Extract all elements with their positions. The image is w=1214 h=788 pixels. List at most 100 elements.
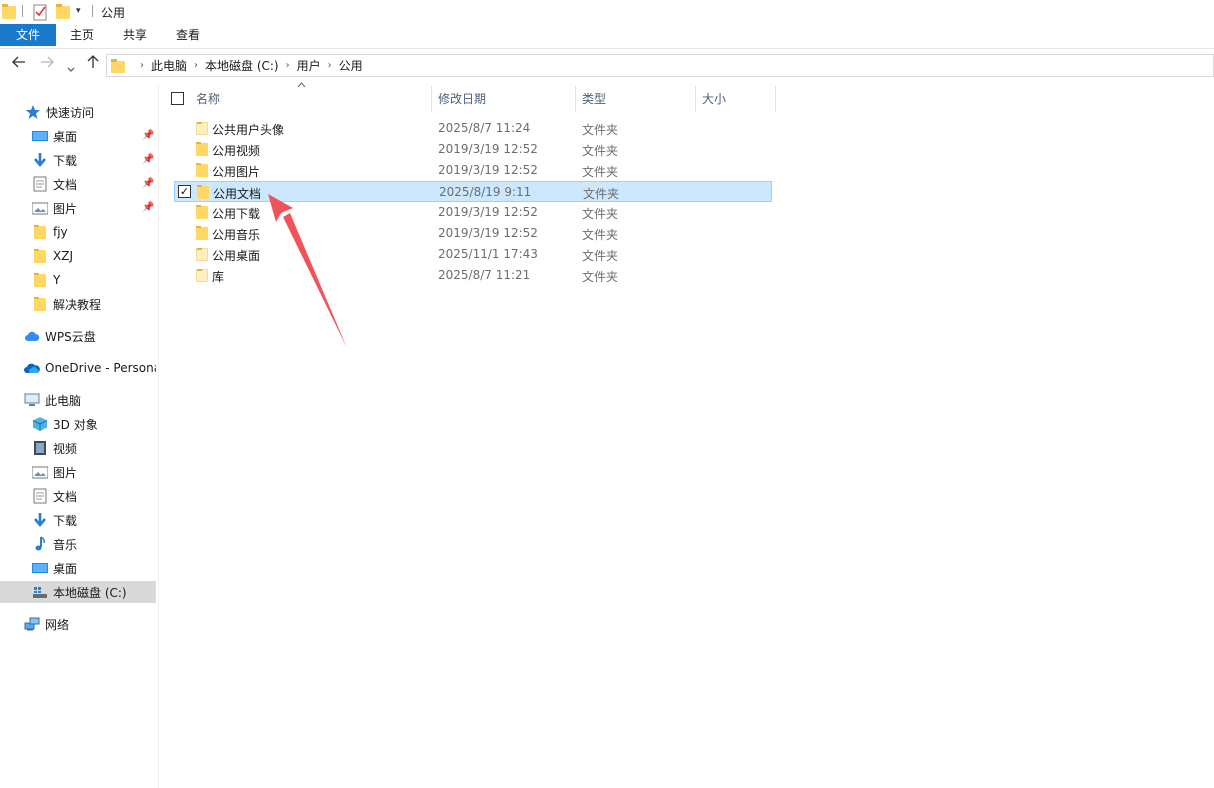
sidebar-item-fjy[interactable]: fjy bbox=[0, 221, 156, 243]
desktop-icon bbox=[32, 128, 48, 144]
column-divider[interactable] bbox=[431, 86, 432, 112]
breadcrumb-users[interactable]: 用户 bbox=[297, 57, 321, 74]
file-type: 文件夹 bbox=[583, 187, 620, 201]
file-date: 2025/8/19 9:11 bbox=[439, 185, 532, 199]
title-bar: ▾ 公用 bbox=[0, 0, 1214, 24]
column-divider[interactable] bbox=[695, 86, 696, 112]
row-checkbox-checked[interactable]: ✓ bbox=[178, 185, 191, 198]
breadcrumb-chevron-icon[interactable]: › bbox=[286, 60, 290, 71]
music-note-icon bbox=[32, 536, 48, 552]
file-row[interactable]: 公用下载 2019/3/19 12:52 文件夹 bbox=[174, 202, 772, 223]
sidebar-item-onedrive[interactable]: OneDrive - Persona bbox=[0, 357, 156, 379]
sidebar-item-wps-cloud[interactable]: WPS云盘 bbox=[0, 325, 156, 347]
address-bar[interactable]: › 此电脑 › 本地磁盘 (C:) › 用户 › 公用 bbox=[106, 54, 1214, 77]
network-icon bbox=[24, 616, 40, 632]
breadcrumb-public[interactable]: 公用 bbox=[339, 57, 363, 74]
file-row[interactable]: 公用图片 2019/3/19 12:52 文件夹 bbox=[174, 160, 772, 181]
sidebar-item-label: 本地磁盘 (C:) bbox=[53, 585, 127, 600]
sidebar-item-network[interactable]: 网络 bbox=[0, 613, 156, 635]
tab-file[interactable]: 文件 bbox=[0, 24, 56, 46]
pin-icon: 📌 bbox=[142, 202, 155, 213]
sidebar-item-3d-objects[interactable]: 3D 对象 bbox=[0, 413, 156, 435]
file-date: 2019/3/19 12:52 bbox=[438, 205, 538, 219]
sidebar-item-label: 下载 bbox=[53, 153, 78, 168]
breadcrumb-chevron-icon[interactable]: › bbox=[140, 60, 144, 71]
folder-icon bbox=[32, 296, 48, 312]
picture-icon bbox=[31, 200, 49, 216]
sidebar-item-label: Y bbox=[53, 273, 61, 287]
column-divider[interactable] bbox=[575, 86, 576, 112]
window-title: 公用 bbox=[101, 6, 126, 20]
folder-icon bbox=[111, 58, 125, 73]
sidebar-item-y[interactable]: Y bbox=[0, 269, 156, 291]
customize-quick-access-icon[interactable]: ▾ bbox=[76, 6, 81, 16]
folder-icon bbox=[194, 225, 210, 241]
sidebar-item-tutorials[interactable]: 解决教程 bbox=[0, 293, 156, 315]
folder-icon bbox=[32, 248, 48, 264]
sidebar-item-xzj[interactable]: XZJ bbox=[0, 245, 156, 267]
folder-icon bbox=[194, 204, 210, 220]
select-all-checkbox[interactable] bbox=[171, 92, 184, 105]
sidebar-item-documents[interactable]: 文档 bbox=[0, 173, 156, 195]
sidebar-item-label: 下载 bbox=[53, 513, 78, 528]
recent-locations-chevron-down-icon[interactable] bbox=[67, 59, 75, 77]
star-icon bbox=[25, 104, 41, 120]
sidebar-item-label: 文档 bbox=[53, 489, 78, 504]
sidebar-item-label: 解决教程 bbox=[53, 297, 102, 312]
back-arrow-icon[interactable] bbox=[12, 55, 26, 73]
sidebar-item-local-disk[interactable]: 本地磁盘 (C:) bbox=[0, 581, 156, 603]
tab-view[interactable]: 查看 bbox=[176, 24, 200, 46]
column-divider[interactable] bbox=[775, 86, 776, 112]
file-row[interactable]: 公共用户头像 2025/8/7 11:24 文件夹 bbox=[174, 118, 772, 139]
breadcrumb-this-pc[interactable]: 此电脑 bbox=[151, 57, 187, 74]
breadcrumb-chevron-icon[interactable]: › bbox=[194, 60, 198, 71]
forward-arrow-icon[interactable] bbox=[40, 55, 54, 73]
sidebar-item-desktop[interactable]: 桌面 bbox=[0, 125, 156, 147]
pin-icon: 📌 bbox=[142, 154, 155, 165]
sidebar-item-label: 音乐 bbox=[53, 537, 78, 552]
drive-icon bbox=[32, 584, 48, 600]
sidebar-item-label: 文档 bbox=[53, 177, 78, 192]
file-row[interactable]: 公用桌面 2025/11/1 17:43 文件夹 bbox=[174, 244, 772, 265]
sidebar-item-downloads[interactable]: 下载 bbox=[0, 149, 156, 171]
sidebar-item-videos[interactable]: 视频 bbox=[0, 437, 156, 459]
properties-icon[interactable] bbox=[33, 3, 49, 21]
sidebar-item-label: 视频 bbox=[53, 441, 78, 456]
title-separator bbox=[92, 5, 93, 17]
file-row[interactable]: 公用音乐 2019/3/19 12:52 文件夹 bbox=[174, 223, 772, 244]
file-row[interactable]: 公用视频 2019/3/19 12:52 文件夹 bbox=[174, 139, 772, 160]
sidebar-item-pc-documents[interactable]: 文档 bbox=[0, 485, 156, 507]
file-name: 公共用户头像 bbox=[212, 123, 285, 137]
file-date: 2019/3/19 12:52 bbox=[438, 226, 538, 240]
file-date: 2019/3/19 12:52 bbox=[438, 163, 538, 177]
new-folder-icon[interactable] bbox=[56, 4, 70, 19]
breadcrumb-chevron-icon[interactable]: › bbox=[328, 60, 332, 71]
sidebar-item-quick-access[interactable]: 快速访问 bbox=[0, 101, 156, 123]
file-row-selected[interactable]: ✓ 公用文档 2025/8/19 9:11 文件夹 bbox=[174, 181, 772, 202]
sidebar-item-label: 图片 bbox=[53, 201, 78, 216]
column-header-name[interactable]: 名称 bbox=[196, 86, 220, 112]
file-name: 公用文档 bbox=[213, 187, 262, 201]
document-icon bbox=[32, 176, 48, 192]
file-date: 2025/11/1 17:43 bbox=[438, 247, 538, 261]
sidebar-item-pictures[interactable]: 图片 bbox=[0, 197, 156, 219]
sidebar-item-pc-downloads[interactable]: 下载 bbox=[0, 509, 156, 531]
file-row[interactable]: 库 2025/8/7 11:21 文件夹 bbox=[174, 265, 772, 286]
file-name: 库 bbox=[212, 270, 225, 284]
sidebar-item-label: OneDrive - Persona bbox=[45, 361, 156, 375]
breadcrumb-local-disk[interactable]: 本地磁盘 (C:) bbox=[205, 57, 279, 74]
column-header-date[interactable]: 修改日期 bbox=[438, 86, 486, 112]
up-arrow-icon[interactable] bbox=[86, 55, 100, 73]
tab-share[interactable]: 共享 bbox=[123, 24, 147, 46]
sidebar-item-music[interactable]: 音乐 bbox=[0, 533, 156, 555]
column-header-size[interactable]: 大小 bbox=[702, 86, 726, 112]
file-type: 文件夹 bbox=[582, 249, 619, 263]
sidebar-item-label: fjy bbox=[53, 225, 68, 239]
tab-home[interactable]: 主页 bbox=[70, 24, 94, 46]
column-header-type[interactable]: 类型 bbox=[582, 86, 606, 112]
sidebar-item-pc-pictures[interactable]: 图片 bbox=[0, 461, 156, 483]
document-icon bbox=[32, 488, 48, 504]
sidebar-item-pc-desktop[interactable]: 桌面 bbox=[0, 557, 156, 579]
sidebar-item-this-pc[interactable]: 此电脑 bbox=[0, 389, 156, 411]
file-name: 公用桌面 bbox=[212, 249, 261, 263]
